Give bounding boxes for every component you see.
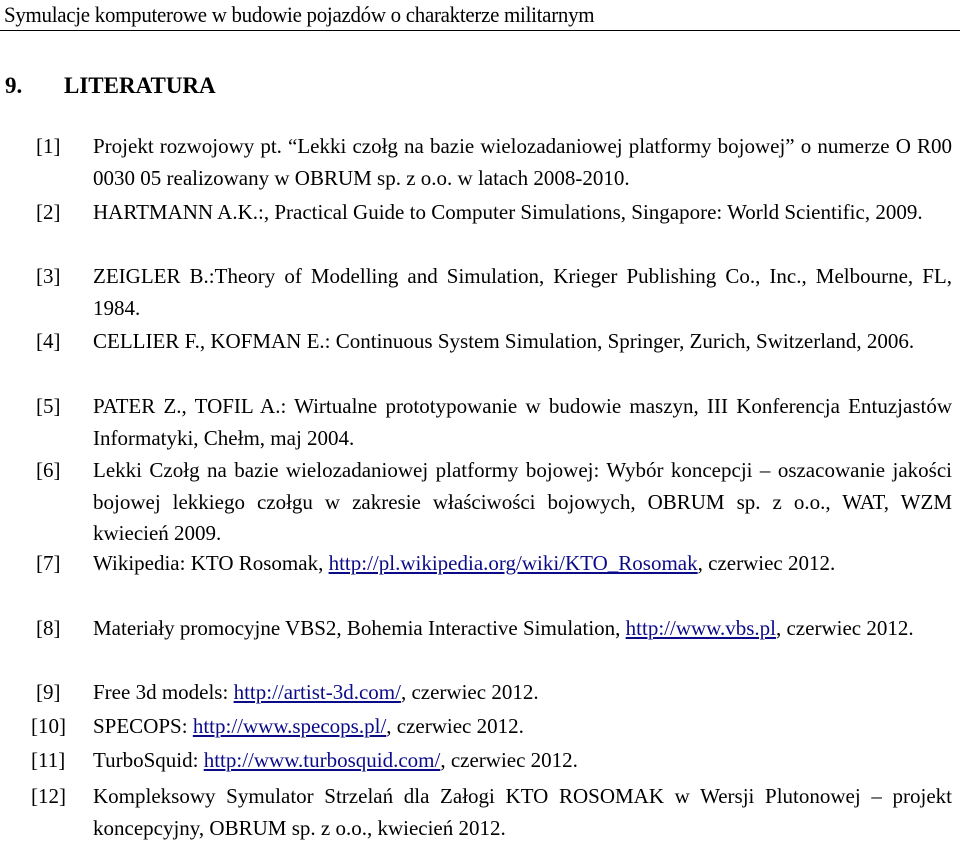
reference-label: [5] (36, 394, 61, 418)
reference-item: [3] ZEIGLER B.:Theory of Modelling and S… (0, 261, 952, 324)
reference-text: Kompleksowy Symulator Strzelań dla Załog… (93, 784, 952, 840)
reference-link[interactable]: http://pl.wikipedia.org/wiki/KTO_Rosomak (329, 551, 698, 575)
reference-text: Free 3d models: (93, 680, 234, 704)
reference-text: ZEIGLER B.:Theory of Modelling and Simul… (93, 264, 952, 320)
reference-label: [1] (36, 134, 61, 158)
section-title: LITERATURA (64, 73, 216, 98)
reference-text-suffix: , czerwiec 2012. (400, 680, 539, 704)
reference-text: Projekt rozwojowy pt. “Lekki czołg na ba… (93, 134, 952, 190)
reference-item: [6] Lekki Czołg na bazie wielozadaniowej… (0, 455, 952, 550)
reference-label: [10] (31, 714, 66, 738)
reference-item: [4] CELLIER F., KOFMAN E.: Continuous Sy… (0, 326, 952, 358)
reference-text: SPECOPS: (93, 714, 193, 738)
reference-item: [11] TurboSquid: http://www.turbosquid.c… (0, 745, 952, 777)
reference-item: [10] SPECOPS: http://www.specops.pl/, cz… (0, 711, 952, 743)
reference-link[interactable]: http://www.turbosquid.com/ (204, 748, 441, 772)
reference-label: [11] (31, 748, 66, 772)
section-number: 9. (5, 73, 23, 98)
reference-item: [5] PATER Z., TOFIL A.: Wirtualne protot… (0, 391, 952, 454)
reference-link[interactable]: http://www.vbs.pl (626, 616, 776, 640)
reference-item: [9] Free 3d models: http://artist-3d.com… (0, 677, 952, 709)
header-rule (0, 30, 960, 31)
reference-text: HARTMANN A.K.:, Practical Guide to Compu… (93, 200, 923, 224)
running-header: Symulacje komputerowe w budowie pojazdów… (4, 2, 595, 27)
reference-label: [3] (36, 264, 61, 288)
reference-label: [9] (36, 680, 61, 704)
reference-text-suffix: , czerwiec 2012. (386, 714, 524, 738)
reference-item: [12] Kompleksowy Symulator Strzelań dla … (0, 781, 952, 844)
reference-text-suffix: , czerwiec 2012. (697, 551, 836, 575)
reference-link[interactable]: http://www.specops.pl/ (193, 714, 386, 738)
reference-label: [2] (36, 200, 61, 224)
reference-text-suffix: , czerwiec 2012. (440, 748, 578, 772)
reference-item: [1] Projekt rozwojowy pt. “Lekki czołg n… (0, 131, 952, 194)
reference-text: TurboSquid: (93, 748, 204, 772)
reference-item: [2] HARTMANN A.K.:, Practical Guide to C… (0, 197, 952, 229)
reference-label: [6] (36, 458, 61, 482)
section-heading: 9. LITERATURA (5, 72, 216, 100)
reference-label: [7] (36, 551, 61, 575)
reference-link[interactable]: http://artist-3d.com/ (234, 680, 401, 704)
reference-item: [7] Wikipedia: KTO Rosomak, http://pl.wi… (0, 548, 952, 580)
reference-label: [8] (36, 616, 61, 640)
reference-text-suffix: , czerwiec 2012. (775, 616, 914, 640)
reference-text: Wikipedia: KTO Rosomak, (93, 551, 329, 575)
reference-text: CELLIER F., KOFMAN E.: Continuous System… (93, 329, 915, 353)
reference-label: [4] (36, 329, 61, 353)
reference-text: PATER Z., TOFIL A.: Wirtualne prototypow… (93, 394, 952, 450)
reference-text: Materiały promocyjne VBS2, Bohemia Inter… (93, 616, 626, 640)
reference-label: [12] (31, 784, 66, 808)
reference-item: [8] Materiały promocyjne VBS2, Bohemia I… (0, 613, 952, 645)
reference-text: Lekki Czołg na bazie wielozadaniowej pla… (93, 458, 952, 545)
